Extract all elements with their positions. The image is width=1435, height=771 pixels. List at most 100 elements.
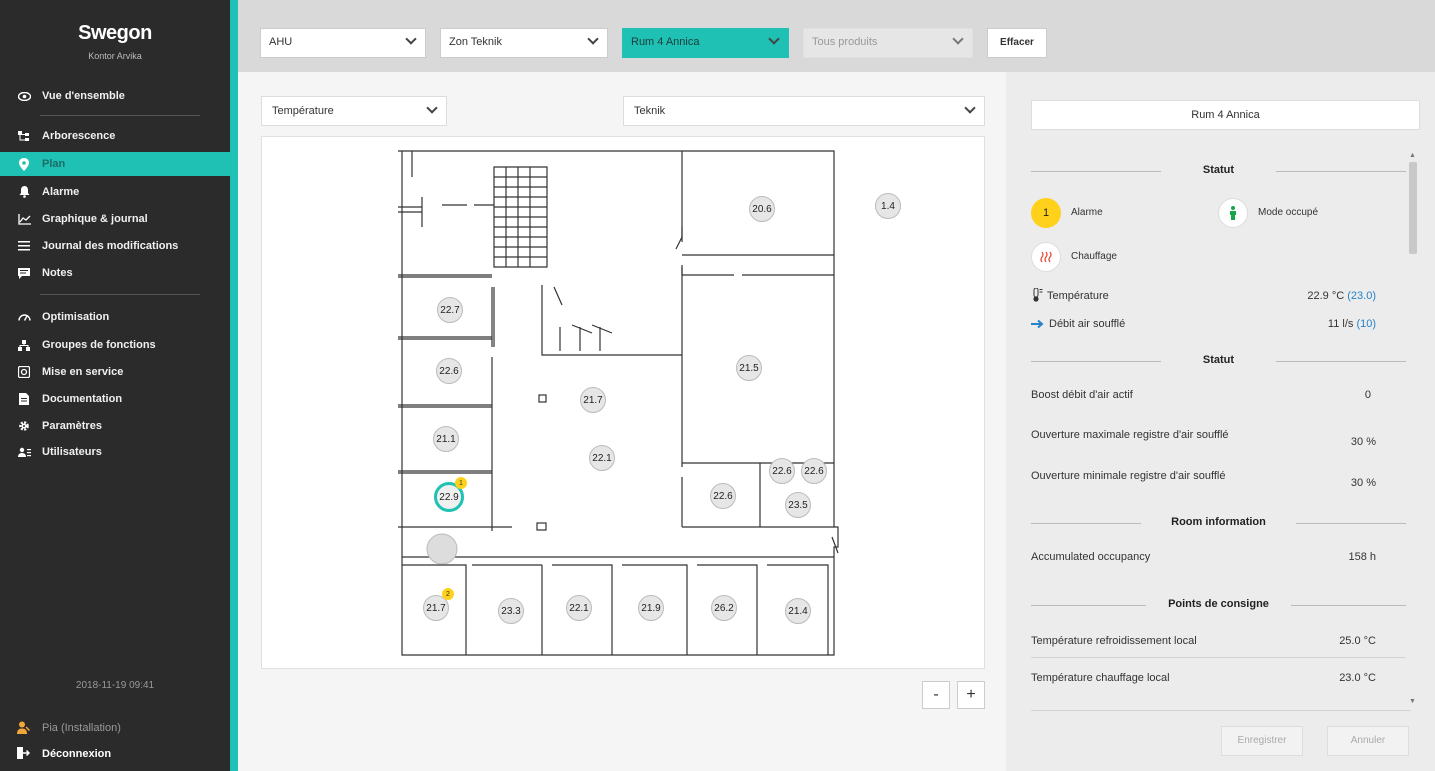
parameter-select[interactable]: Température [261, 96, 447, 126]
room-temperature-marker[interactable]: 23.3 [498, 598, 524, 624]
floor-value: Teknik [634, 105, 666, 117]
sidebar-accent-bar [230, 0, 238, 771]
scroll-down-arrow[interactable]: ▼ [1409, 698, 1416, 705]
logout-icon [17, 747, 31, 762]
users-icon [17, 445, 31, 459]
divider [40, 294, 200, 295]
nav-plan[interactable]: Plan [0, 152, 230, 176]
thermometer-icon [1031, 287, 1043, 305]
nav-label: Mise en service [42, 366, 124, 378]
room-temperature-marker[interactable]: 22.9 1 [434, 477, 467, 512]
nav-optimisation[interactable]: Optimisation [0, 305, 230, 329]
nav-label: Utilisateurs [42, 446, 102, 458]
nav-alarme[interactable]: Alarme [0, 180, 230, 204]
user-label: Pia (Installation) [42, 722, 121, 734]
commissioning-icon [17, 365, 31, 379]
boost-row: Boost débit d'air actif 0 [1031, 389, 1371, 401]
row-separator [1031, 657, 1406, 658]
room-temperature-marker[interactable]: 22.6 [769, 458, 795, 484]
logout-label: Déconnexion [42, 748, 112, 760]
room-temperature-value: 26.2 [714, 602, 734, 614]
panel-content[interactable]: Statut 1 Alarme Mode occupé Chauffage Te… [1006, 144, 1435, 710]
room-temperature-value: 22.1 [569, 602, 589, 614]
room-temperature-value: 22.6 [713, 490, 733, 502]
room-temperature-marker[interactable]: 21.7 2 [423, 588, 454, 621]
heating-label: Chauffage [1071, 251, 1117, 262]
room-temperature-marker[interactable]: 21.5 [736, 355, 762, 381]
room-temperature-marker[interactable]: 21.1 [433, 426, 459, 452]
nav-groupes-fonctions[interactable]: Groupes de fonctions [0, 333, 230, 357]
room-alarm-badge: 2 [442, 588, 454, 600]
current-user[interactable]: Pia (Installation) [0, 718, 230, 738]
save-button[interactable]: Enregistrer [1221, 726, 1303, 756]
ahu-select[interactable]: AHU [260, 28, 426, 58]
map-pin-icon [17, 157, 31, 171]
nav-parametres[interactable]: Paramètres [0, 414, 230, 438]
nav-label: Arborescence [42, 130, 116, 142]
zoom-in-button[interactable]: + [957, 681, 985, 709]
chevron-down-icon [964, 102, 976, 114]
heating-indicator [1031, 242, 1061, 272]
nav-journal-modifications[interactable]: Journal des modifications [0, 234, 230, 258]
floor-select[interactable]: Teknik [623, 96, 985, 126]
nav-label: Graphique & journal [42, 213, 148, 225]
room-temperature-marker[interactable]: 22.1 [566, 595, 592, 621]
zone-select[interactable]: Zon Teknik [440, 28, 608, 58]
gauge-icon [17, 310, 31, 324]
person-icon [1230, 206, 1236, 220]
nav-vue-ensemble[interactable]: Vue d'ensemble [0, 84, 230, 108]
nav-label: Notes [42, 267, 73, 279]
room-temperature-value: 22.9 [439, 491, 459, 503]
chevron-down-icon [952, 33, 964, 45]
room-temperature-marker[interactable]: 20.6 [749, 196, 775, 222]
arrow-right-icon [1031, 319, 1044, 332]
room-temperature-marker[interactable]: 1.4 [875, 193, 901, 219]
parameter-value: Température [272, 105, 334, 117]
cancel-button[interactable]: Annuler [1327, 726, 1409, 756]
room-temperature-marker[interactable]: 26.2 [711, 595, 737, 621]
room-temperature-marker[interactable]: 23.5 [785, 492, 811, 518]
nav-label: Alarme [42, 186, 80, 198]
room-temperature-value: 22.7 [440, 304, 460, 316]
room-temperature-marker[interactable]: 22.1 [589, 445, 615, 471]
room-temperature-value: 21.5 [739, 362, 759, 374]
floor-plan[interactable]: 20.6 1.4 22.7 22.6 21.5 21.7 21.1 22.1 22.6 22.6 2… [261, 136, 985, 669]
scroll-up-arrow[interactable]: ▲ [1409, 152, 1416, 159]
logout-button[interactable]: Déconnexion [0, 744, 230, 764]
top-filter-bar: AHU Zon Teknik Rum 4 Annica Tous produit… [238, 0, 1435, 72]
clear-button[interactable]: Effacer [987, 28, 1047, 58]
plan-view: Température Teknik 20.6 1.4 22.7 22.6 21… [238, 72, 1006, 771]
scrollbar-thumb[interactable] [1409, 162, 1417, 254]
chevron-down-icon [405, 33, 417, 45]
room-temperature-marker[interactable]: 22.6 [436, 358, 462, 384]
nav-documentation[interactable]: Documentation [0, 387, 230, 411]
room-alarm-badge: 1 [455, 477, 467, 489]
nav-utilisateurs[interactable]: Utilisateurs [0, 440, 230, 464]
room-temperature-marker[interactable]: 22.7 [437, 297, 463, 323]
divider [40, 115, 200, 116]
room-temperature-marker[interactable]: 22.6 [710, 483, 736, 509]
room-temperature-marker[interactable]: 21.4 [785, 598, 811, 624]
room-temperature-value: 23.5 [788, 499, 808, 511]
nav-mise-en-service[interactable]: Mise en service [0, 360, 230, 384]
room-temperature-value: 22.6 [772, 465, 792, 477]
alarm-label: Alarme [1071, 207, 1103, 218]
nav-arborescence[interactable]: Arborescence [0, 124, 230, 148]
room-temperature-value: 21.4 [788, 605, 808, 617]
section-setpoints: Points de consigne [1031, 598, 1406, 612]
alarm-indicator[interactable]: 1 [1031, 198, 1061, 228]
zoom-out-button[interactable]: - [922, 681, 950, 709]
nav-graphique[interactable]: Graphique & journal [0, 207, 230, 231]
site-name: Kontor Arvika [88, 51, 142, 61]
products-select[interactable]: Tous produits [803, 28, 973, 58]
heating-setpoint-row: Température chauffage local 23.0 °C [1031, 672, 1376, 684]
ahu-value: AHU [269, 36, 293, 48]
room-temperature-marker[interactable]: 21.7 [580, 387, 606, 413]
room-detail-panel: Rum 4 Annica Statut 1 Alarme Mode occupé… [1006, 72, 1435, 771]
room-temperature-marker[interactable]: 22.6 [801, 458, 827, 484]
room-temperature-marker[interactable]: 21.9 [638, 595, 664, 621]
room-select[interactable]: Rum 4 Annica [622, 28, 789, 58]
nav-notes[interactable]: Notes [0, 261, 230, 285]
user-icon [17, 721, 31, 737]
eye-icon [17, 89, 31, 103]
